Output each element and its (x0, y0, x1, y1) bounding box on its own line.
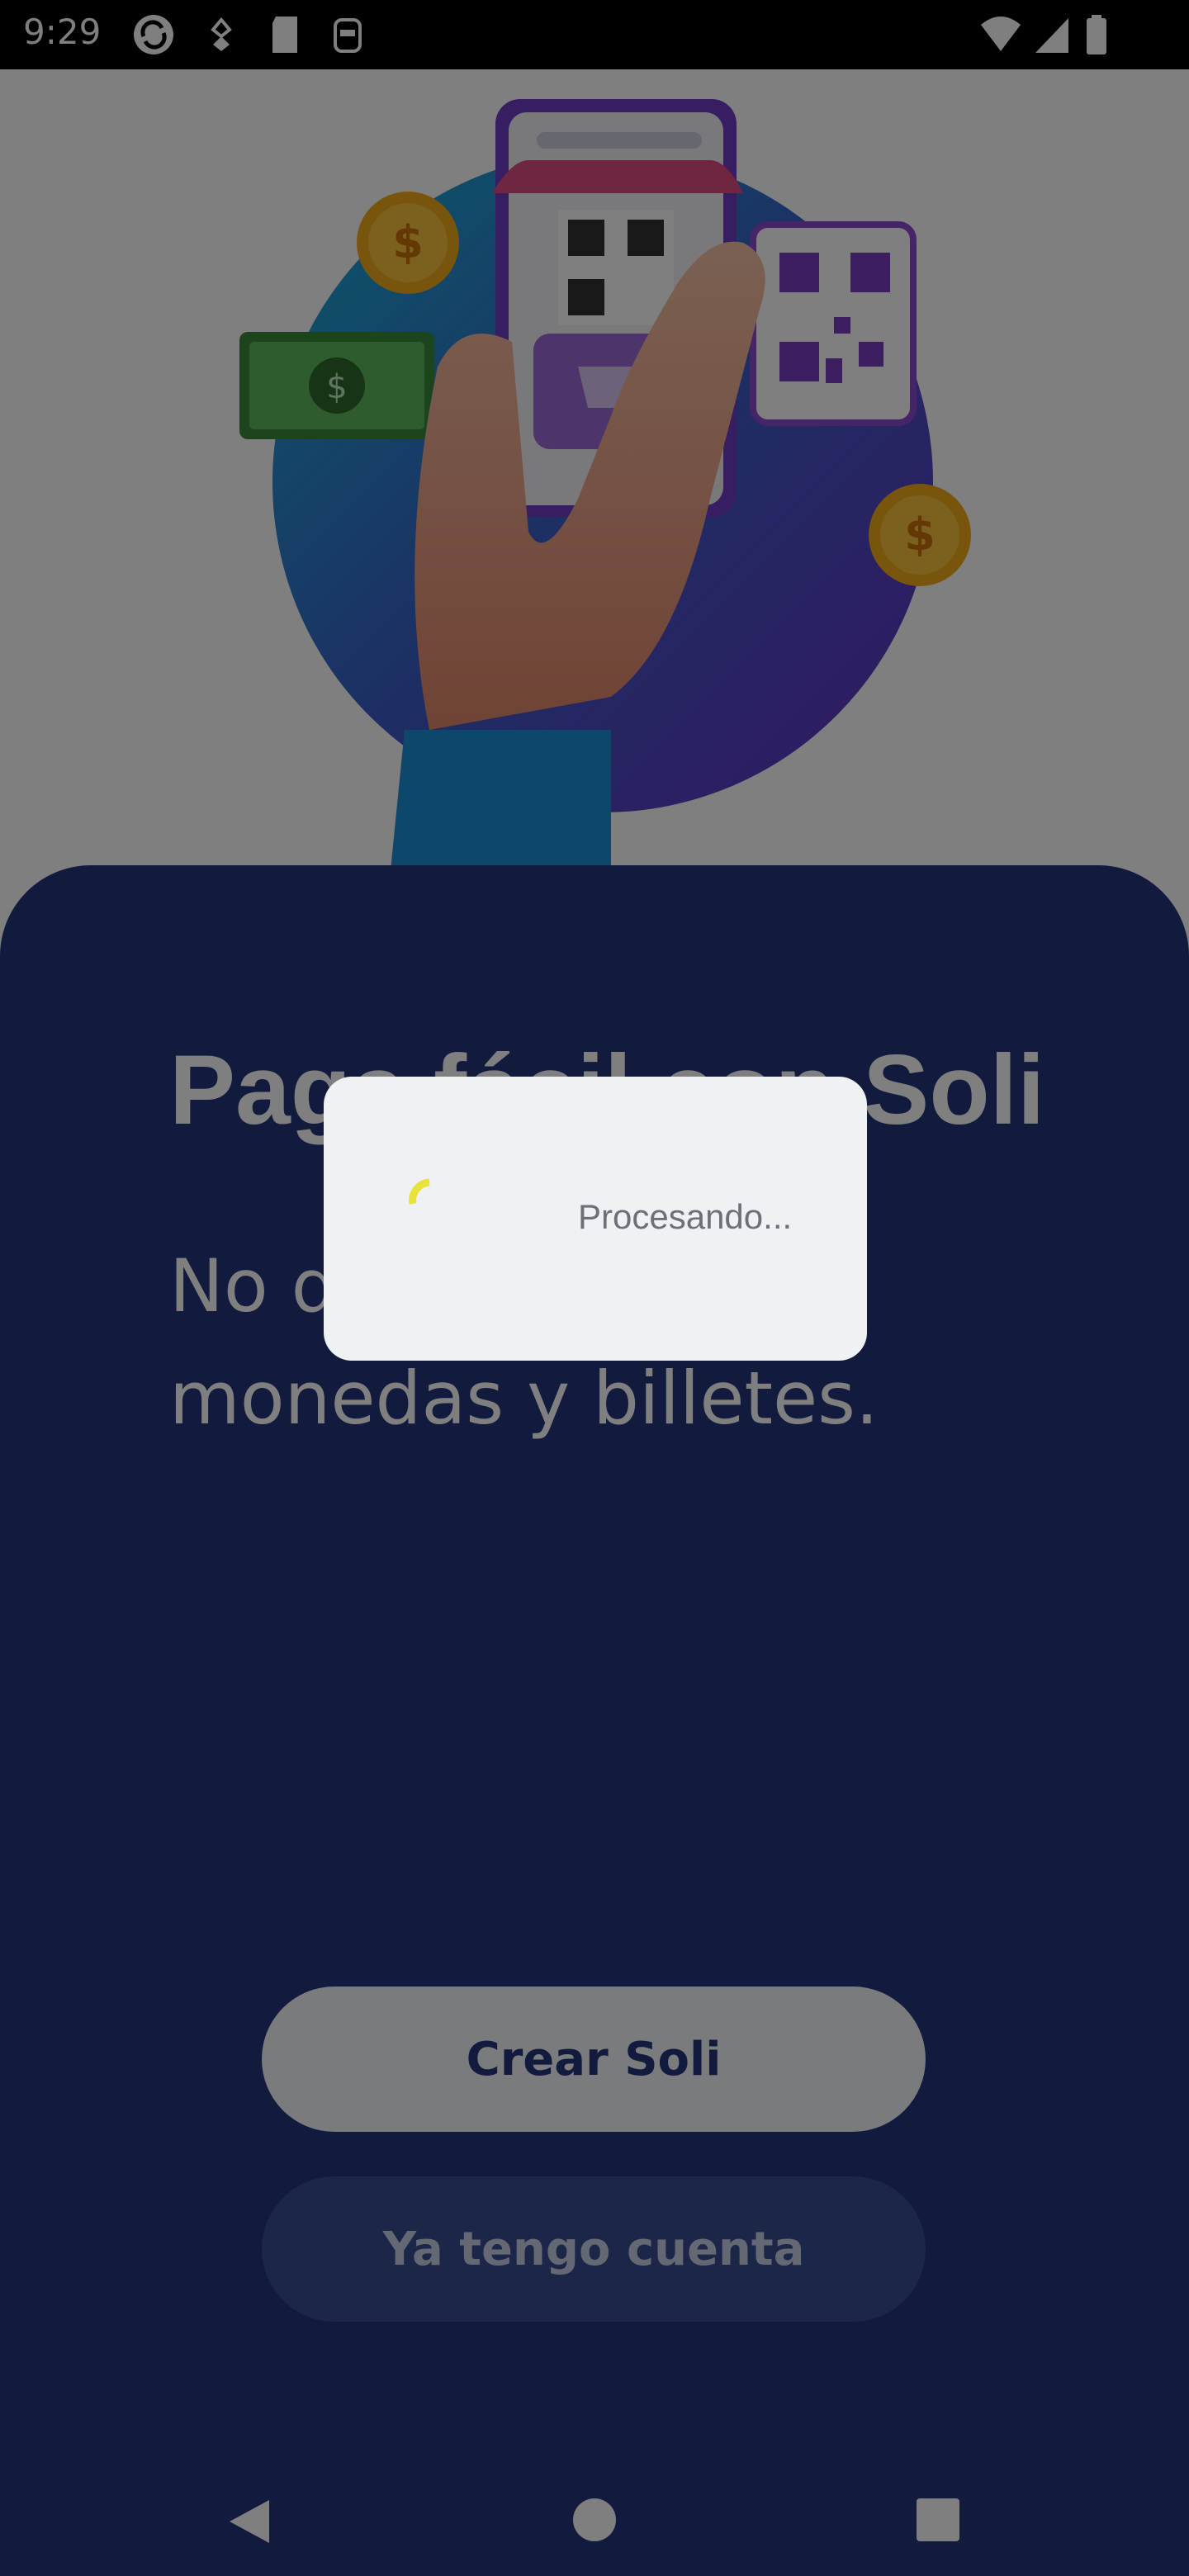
loading-spinner-icon (409, 1178, 430, 1205)
dialog-message: Procesando... (578, 1197, 793, 1236)
